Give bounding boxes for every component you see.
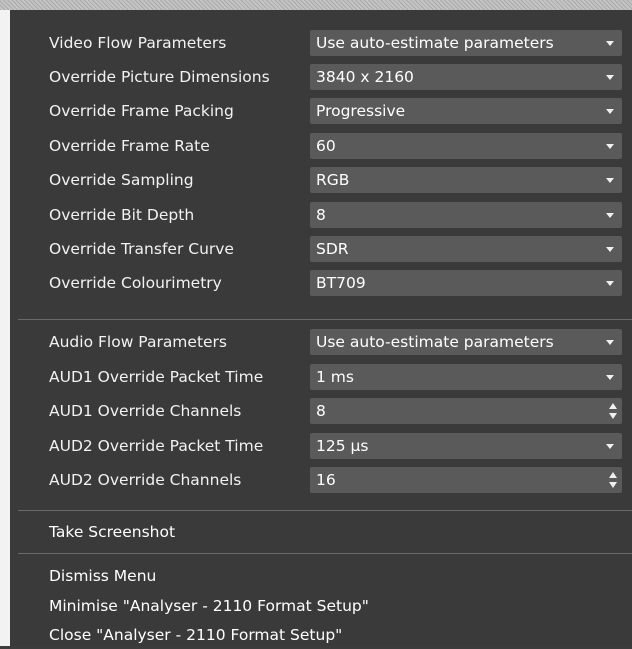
override-picture-dimensions-label: Override Picture Dimensions (49, 68, 270, 86)
override-transfer-curve-label: Override Transfer Curve (49, 240, 234, 258)
chevron-down-icon (606, 213, 614, 218)
aud1-override-packet-time-label: AUD1 Override Packet Time (49, 368, 264, 386)
override-transfer-curve-dropdown[interactable]: SDR (310, 236, 622, 262)
audio-flow-parameters-label: Audio Flow Parameters (49, 333, 228, 351)
override-transfer-curve-value: SDR (316, 240, 349, 258)
video-flow-parameters-dropdown[interactable]: Use auto-estimate parameters (310, 30, 622, 56)
aud1-override-channels-spinbox[interactable]: 8 (310, 398, 622, 424)
audio-flow-parameters-dropdown[interactable]: Use auto-estimate parameters (310, 329, 622, 355)
override-bit-depth-label: Override Bit Depth (49, 206, 195, 224)
override-colourimetry-value: BT709 (316, 274, 366, 292)
override-transfer-curve-row: Override Transfer Curve SDR (10, 234, 632, 264)
aud2-override-channels-value: 16 (316, 471, 336, 489)
override-frame-rate-row: Override Frame Rate 60 (10, 131, 632, 161)
aud2-override-packet-time-value: 125 µs (316, 437, 369, 455)
aud2-override-channels-row: AUD2 Override Channels 16 (10, 465, 632, 495)
aud1-override-packet-time-value: 1 ms (316, 368, 354, 386)
override-colourimetry-label: Override Colourimetry (49, 274, 222, 292)
take-screenshot-item[interactable]: Take Screenshot (49, 518, 175, 546)
video-flow-parameters-label: Video Flow Parameters (49, 34, 227, 52)
aud1-override-packet-time-row: AUD1 Override Packet Time 1 ms (10, 362, 632, 392)
section-separator (18, 319, 632, 320)
aud1-override-packet-time-dropdown[interactable]: 1 ms (310, 364, 622, 390)
spin-up-icon[interactable] (609, 472, 617, 478)
override-frame-packing-label: Override Frame Packing (49, 102, 234, 120)
section-separator (18, 553, 632, 554)
chevron-down-icon (606, 75, 614, 80)
chevron-down-icon (606, 247, 614, 252)
video-flow-parameters-value: Use auto-estimate parameters (316, 34, 554, 52)
window-left-edge (0, 10, 10, 646)
audio-flow-parameters-value: Use auto-estimate parameters (316, 333, 554, 351)
override-picture-dimensions-value: 3840 x 2160 (316, 68, 414, 86)
chevron-down-icon (606, 41, 614, 46)
aud1-override-channels-row: AUD1 Override Channels 8 (10, 396, 632, 426)
aud2-override-packet-time-row: AUD2 Override Packet Time 125 µs (10, 431, 632, 461)
video-flow-parameters-row: Video Flow Parameters Use auto-estimate … (10, 28, 632, 58)
aud1-override-channels-value: 8 (316, 402, 326, 420)
override-colourimetry-row: Override Colourimetry BT709 (10, 268, 632, 298)
audio-flow-parameters-row: Audio Flow Parameters Use auto-estimate … (10, 327, 632, 357)
spin-down-icon[interactable] (609, 413, 617, 419)
spinner-arrows-icon[interactable] (608, 470, 618, 490)
override-frame-rate-value: 60 (316, 137, 336, 155)
spin-down-icon[interactable] (609, 482, 617, 488)
override-bit-depth-dropdown[interactable]: 8 (310, 202, 622, 228)
chevron-down-icon (606, 375, 614, 380)
aud2-override-channels-label: AUD2 Override Channels (49, 471, 242, 489)
override-frame-rate-dropdown[interactable]: 60 (310, 133, 622, 159)
context-menu: Video Flow Parameters Use auto-estimate … (10, 10, 632, 646)
override-colourimetry-dropdown[interactable]: BT709 (310, 270, 622, 296)
aud2-override-channels-spinbox[interactable]: 16 (310, 467, 622, 493)
override-bit-depth-value: 8 (316, 206, 326, 224)
close-window-item[interactable]: Close "Analyser - 2110 Format Setup" (49, 621, 342, 649)
chevron-down-icon (606, 340, 614, 345)
override-frame-packing-dropdown[interactable]: Progressive (310, 98, 622, 124)
override-frame-rate-label: Override Frame Rate (49, 137, 210, 155)
override-frame-packing-row: Override Frame Packing Progressive (10, 96, 632, 126)
dismiss-menu-item[interactable]: Dismiss Menu (49, 562, 156, 590)
override-sampling-dropdown[interactable]: RGB (310, 167, 622, 193)
chevron-down-icon (606, 178, 614, 183)
override-sampling-row: Override Sampling RGB (10, 165, 632, 195)
aud1-override-channels-label: AUD1 Override Channels (49, 402, 242, 420)
chevron-down-icon (606, 109, 614, 114)
section-separator (18, 510, 632, 511)
aud2-override-packet-time-dropdown[interactable]: 125 µs (310, 433, 622, 459)
spin-up-icon[interactable] (609, 403, 617, 409)
aud2-override-packet-time-label: AUD2 Override Packet Time (49, 437, 264, 455)
override-sampling-label: Override Sampling (49, 171, 194, 189)
spinner-arrows-icon[interactable] (608, 401, 618, 421)
override-frame-packing-value: Progressive (316, 102, 406, 120)
window-top-edge (0, 0, 632, 10)
override-picture-dimensions-dropdown[interactable]: 3840 x 2160 (310, 64, 622, 90)
minimise-window-item[interactable]: Minimise "Analyser - 2110 Format Setup" (49, 592, 369, 620)
override-picture-dimensions-row: Override Picture Dimensions 3840 x 2160 (10, 62, 632, 92)
override-sampling-value: RGB (316, 171, 350, 189)
chevron-down-icon (606, 444, 614, 449)
chevron-down-icon (606, 144, 614, 149)
chevron-down-icon (606, 281, 614, 286)
override-bit-depth-row: Override Bit Depth 8 (10, 200, 632, 230)
